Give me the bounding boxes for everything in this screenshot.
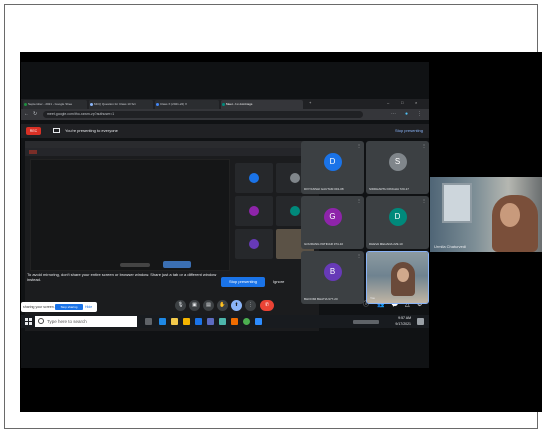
presenting-message: You're presenting to everyone: [65, 128, 118, 133]
pin-icon[interactable]: ⋮: [357, 143, 361, 148]
meet-icon: [222, 103, 225, 106]
side-camera-feed: Urmila Chaturvedi: [430, 177, 542, 252]
url-field[interactable]: meet.google.com/tho-xzwm-zp?authuser=1: [43, 111, 363, 118]
chrome-icon[interactable]: [243, 318, 250, 325]
teams-icon[interactable]: [207, 318, 214, 325]
mirror-controls: [120, 263, 150, 267]
zoom-icon[interactable]: [255, 318, 262, 325]
pin-icon[interactable]: ⋮: [357, 253, 361, 258]
back-icon[interactable]: ←: [24, 111, 29, 118]
tray-icons: [353, 320, 379, 324]
avatar: G: [323, 208, 342, 226]
stop-presenting-link[interactable]: Stop presenting: [395, 124, 423, 138]
menu-icon[interactable]: ⋮: [417, 111, 422, 118]
participant-tile[interactable]: ⋮ D DHEVA MEHADA 229-10: [366, 196, 429, 249]
photos-icon[interactable]: [219, 318, 226, 325]
browser-tab[interactable]: Class X (2021-22) X: [155, 100, 219, 109]
side-camera-label: Urmila Chaturvedi: [434, 244, 467, 249]
minimize-icon[interactable]: –: [387, 100, 389, 105]
participant-name: BHOOMI BHATIA 977-20: [304, 297, 338, 301]
clock-date: 9/17/2021: [395, 322, 411, 326]
person-face: [397, 268, 409, 282]
present-screen-icon: [53, 128, 60, 133]
notification-icon[interactable]: [417, 318, 424, 325]
taskbar-search[interactable]: Type here to search: [35, 316, 137, 327]
mail-icon[interactable]: [195, 318, 202, 325]
mirroring-warning: To avoid mirroring, don't share your ent…: [27, 272, 217, 282]
participant-name: GOURANG PATIDAR 374-10: [304, 242, 344, 246]
classroom-icon: [156, 103, 159, 106]
windows-taskbar: Type here to search 9:57 AM 9/17/2021: [21, 315, 429, 328]
hang-up-button[interactable]: ✆: [260, 300, 274, 311]
captions-icon[interactable]: ▤: [203, 300, 214, 311]
rec-badge: REC: [26, 127, 41, 135]
mirror-tabbar: [25, 141, 319, 148]
app-icon[interactable]: [231, 318, 238, 325]
present-icon[interactable]: ⬆: [231, 300, 242, 311]
tab-label: September - 2021 - Google Shee: [28, 102, 73, 106]
mirror-panel: [30, 159, 230, 271]
edge-icon[interactable]: [159, 318, 166, 325]
reload-icon[interactable]: ↻: [33, 111, 37, 118]
participant-name: DHEVA MEHADA 229-10: [369, 242, 403, 246]
tab-label: MCQ Question for Class 10 Sci: [94, 102, 136, 106]
mic-icon[interactable]: 🎙: [175, 300, 186, 311]
file-explorer-icon[interactable]: [183, 318, 190, 325]
hand-icon[interactable]: ✋: [217, 300, 228, 311]
sharing-text: sharing your screen.: [23, 305, 55, 309]
shared-screen: September - 2021 - Google Shee MCQ Quest…: [21, 62, 429, 368]
new-tab-icon[interactable]: +: [309, 100, 311, 105]
maximize-icon[interactable]: □: [401, 100, 403, 105]
store-icon[interactable]: [171, 318, 178, 325]
pin-icon[interactable]: ⋮: [422, 198, 426, 203]
mirror-tile: [235, 163, 273, 193]
mirror-button: [163, 261, 191, 268]
address-bar: ← ↻ meet.google.com/tho-xzwm-zp?authuser…: [21, 109, 429, 120]
sheets-icon: [24, 103, 27, 106]
close-icon[interactable]: ×: [415, 100, 417, 105]
participant-name: DIVYANSHI GAUTAM 091-08: [304, 187, 344, 191]
window-in-background: [442, 183, 472, 223]
avatar: B: [323, 263, 342, 281]
ignore-button[interactable]: Ignore: [273, 277, 284, 287]
participant-tile[interactable]: ⋮ B BHOOMI BHATIA 977-20: [301, 251, 364, 304]
mirror-presenting-bar: [25, 148, 319, 156]
stop-sharing-button[interactable]: Stop sharing: [55, 304, 83, 310]
sharing-bar: sharing your screen. Stop sharing Hide: [21, 302, 97, 312]
participant-tile[interactable]: ⋮ S SIDDHARTH DINGHA 720-17: [366, 141, 429, 194]
doc-icon: [90, 103, 93, 106]
browser-tab-active[interactable]: Meet - f-c-zvmtnsgs: [221, 100, 303, 109]
extensions-icon[interactable]: ⋯: [391, 111, 396, 118]
pin-icon[interactable]: ⋮: [357, 198, 361, 203]
search-icon: [38, 318, 44, 324]
mirror-rec-badge: [29, 150, 37, 154]
participant-name: SIDDHARTH DINGHA 720-17: [369, 187, 409, 191]
task-view-icon[interactable]: [145, 318, 152, 325]
avatar: S: [388, 153, 407, 171]
browser-tab[interactable]: September - 2021 - Google Shee: [23, 100, 87, 109]
more-icon[interactable]: ⋮: [245, 300, 256, 311]
participant-tile[interactable]: ⋮ G GOURANG PATIDAR 374-10: [301, 196, 364, 249]
browser-tab[interactable]: MCQ Question for Class 10 Sci: [89, 100, 153, 109]
avatar: D: [388, 208, 407, 226]
taskbar-search-placeholder: Type here to search: [47, 319, 87, 324]
windows-start-icon[interactable]: [25, 318, 32, 325]
avatar: D: [323, 153, 342, 171]
tab-label: Meet - f-c-zvmtnsgs: [226, 102, 253, 106]
pin-icon[interactable]: ⋮: [422, 143, 426, 148]
presenting-bar: REC You're presenting to everyone Stop p…: [21, 124, 429, 138]
taskbar-clock[interactable]: 9:57 AM 9/17/2021: [387, 315, 411, 327]
person-face: [500, 203, 520, 227]
participant-name: You: [370, 296, 376, 300]
camera-icon[interactable]: ▣: [189, 300, 200, 311]
stop-presenting-button[interactable]: Stop presenting: [221, 277, 265, 287]
participant-tile[interactable]: ⋮ D DIVYANSHI GAUTAM 091-08: [301, 141, 364, 194]
mirror-tile: [235, 229, 273, 259]
profile-icon[interactable]: ●: [405, 111, 408, 118]
mirror-tile: [235, 196, 273, 226]
browser-tabbar: September - 2021 - Google Shee MCQ Quest…: [21, 99, 429, 109]
self-video-tile[interactable]: You: [366, 251, 429, 304]
hide-button[interactable]: Hide: [85, 302, 92, 312]
tab-label: Class X (2021-22) X: [160, 102, 188, 106]
